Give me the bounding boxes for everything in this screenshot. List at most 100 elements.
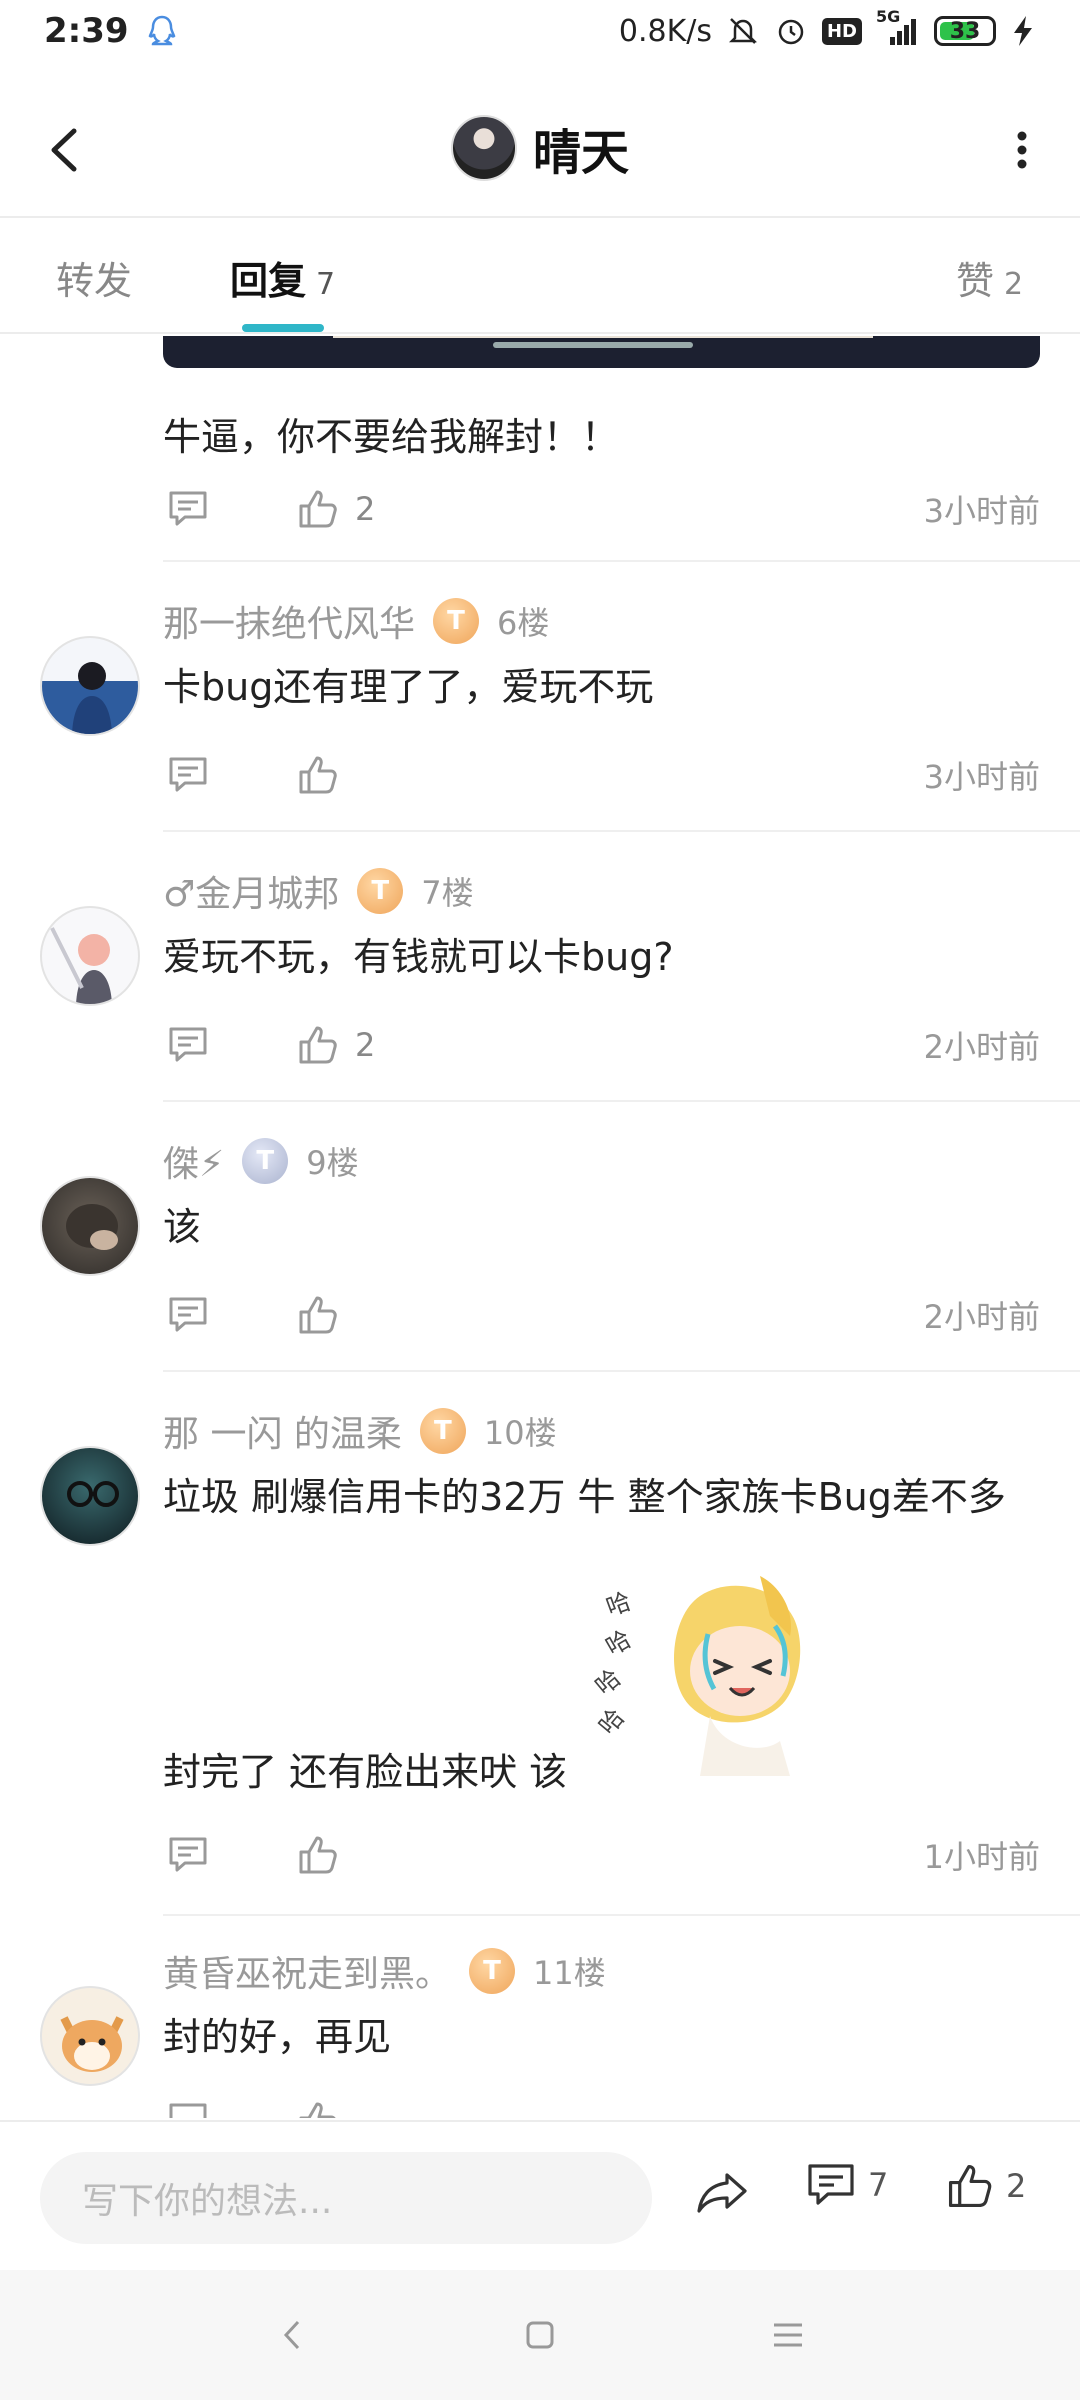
comment-icon <box>169 1297 207 1332</box>
status-bar: 2:39 0.8K/s HD 5G 33 <box>0 0 1080 62</box>
thumbs-up-icon <box>299 756 337 794</box>
hd-icon: HD <box>821 17 862 45</box>
comment-icon <box>169 1027 207 1062</box>
level-badge: T <box>357 868 404 914</box>
thumbs-up-icon <box>299 1026 337 1064</box>
avatar[interactable] <box>40 906 140 1006</box>
avatar[interactable] <box>450 115 517 181</box>
comment-input-placeholder: 写下你的想法... <box>82 2181 333 2222</box>
comment-actions: 1小时前 <box>163 1830 1040 1880</box>
net-speed: 0.8K/s <box>618 13 712 49</box>
username[interactable]: ♂金月城邦 <box>163 865 339 917</box>
page-title: 晴天 <box>532 125 629 181</box>
bottom-action-bar: 写下你的想法... 7 2 <box>0 2120 1080 2268</box>
comment-time: 2小时前 <box>923 1028 1040 1066</box>
reply-list[interactable]: 牛逼，你不要给我解封！！ 2 3小时前 那一抹绝代风华 T 6楼 卡bug还有理… <box>0 336 1080 2118</box>
comment-icon <box>169 491 207 526</box>
more-button[interactable] <box>994 120 1050 180</box>
like-count: 2 <box>355 1026 376 1064</box>
nav-back-button[interactable] <box>262 2305 322 2365</box>
like-button[interactable] <box>297 1294 339 1336</box>
comment-icon <box>808 2164 854 2205</box>
tab-replies[interactable]: 回复 7 <box>230 250 335 305</box>
comment-button[interactable] <box>163 1830 213 1880</box>
like-button[interactable] <box>297 754 339 796</box>
username[interactable]: 那 一闪 的温柔 <box>163 1405 402 1457</box>
avatar[interactable] <box>40 1986 140 2086</box>
sticker-image[interactable]: 哈 哈 哈 哈 <box>590 1556 840 1796</box>
nav-menu-icon <box>774 2323 802 2347</box>
mute-icon <box>726 14 760 48</box>
comment-text: 该 <box>163 1205 202 1249</box>
comments-button[interactable]: 7 <box>806 2162 888 2208</box>
comment-input[interactable]: 写下你的想法... <box>40 2152 652 2244</box>
tab-count: 7 <box>316 267 336 302</box>
svg-text:哈: 哈 <box>602 1587 634 1622</box>
tab-likes[interactable]: 赞 2 <box>956 250 1023 305</box>
username[interactable]: 傑⚡ <box>163 1135 224 1187</box>
tab-label: 转发 <box>56 259 133 303</box>
comment-text: 卡bug还有理了了，爱玩不玩 <box>163 665 654 709</box>
divider <box>163 1100 1080 1102</box>
header-title-group[interactable]: 晴天 <box>450 113 629 183</box>
back-button[interactable] <box>36 120 92 180</box>
comment-actions: 2小时前 <box>163 1290 1040 1340</box>
system-nav-bar <box>0 2270 1080 2400</box>
comment-time: 2小时前 <box>923 1298 1040 1336</box>
username[interactable]: 黄昏巫祝走到黑。 <box>163 1945 451 1997</box>
comment-text: 封完了 还有脸出来吠 该 <box>163 1750 568 1794</box>
comment-time: 3小时前 <box>923 758 1040 796</box>
avatar[interactable] <box>40 1176 140 1276</box>
comment-header: 黄昏巫祝走到黑。 T 11楼 <box>163 1946 606 1996</box>
chevron-left-icon <box>51 128 77 172</box>
active-tab-indicator <box>242 324 324 332</box>
thumbs-up-icon <box>299 490 337 528</box>
avatar[interactable] <box>40 636 140 736</box>
thumbs-up-icon <box>299 1836 337 1874</box>
status-time: 2:39 <box>44 11 129 51</box>
battery-icon: 33 <box>934 16 996 46</box>
floor-number: 9楼 <box>306 1144 359 1182</box>
signal-icon: 5G <box>876 7 920 47</box>
svg-text:哈: 哈 <box>601 1625 636 1661</box>
level-badge: T <box>469 1948 516 1994</box>
like-button[interactable]: 2 <box>297 1024 375 1066</box>
comment-text: 爱玩不玩，有钱就可以卡bug? <box>163 935 674 979</box>
avatar[interactable] <box>40 1446 140 1546</box>
like-button[interactable] <box>297 2100 339 2118</box>
comment-icon <box>169 757 207 792</box>
thumbs-up-icon <box>948 2164 992 2208</box>
comment-actions <box>163 2096 1040 2118</box>
tab-forward[interactable]: 转发 <box>56 250 132 305</box>
nav-menu-button[interactable] <box>758 2305 818 2365</box>
username[interactable]: 那一抹绝代风华 <box>163 595 415 647</box>
comment-button[interactable] <box>163 2096 213 2118</box>
comment-icon <box>169 2103 207 2118</box>
qq-icon <box>147 14 177 48</box>
divider <box>163 830 1080 832</box>
signal-label: 5G <box>876 7 901 26</box>
comment-button[interactable] <box>163 1020 213 1070</box>
comment-icon <box>169 1837 207 1872</box>
tab-bar: 转发 回复 7 赞 2 <box>0 220 1080 334</box>
like-post-button[interactable]: 2 <box>946 2162 1026 2210</box>
comment-button[interactable] <box>163 1290 213 1340</box>
comment-actions: 2 2小时前 <box>163 1020 1040 1070</box>
reply-time: 3小时前 <box>923 492 1040 530</box>
comment-button[interactable] <box>163 750 213 800</box>
battery-level: 33 <box>949 18 981 44</box>
post-image[interactable] <box>163 336 1040 368</box>
nav-back-icon <box>283 2320 300 2350</box>
like-count: 2 <box>355 490 376 528</box>
charging-icon <box>1010 14 1036 48</box>
share-button[interactable] <box>692 2162 752 2222</box>
share-icon <box>697 2173 747 2213</box>
comment-time: 1小时前 <box>923 1838 1040 1876</box>
reply-text: 牛逼，你不要给我解封！！ <box>163 415 620 459</box>
like-count: 2 <box>1006 2167 1027 2205</box>
comment-count: 7 <box>868 2166 889 2204</box>
like-button[interactable]: 2 <box>297 488 375 530</box>
nav-home-button[interactable] <box>510 2305 570 2365</box>
comment-button[interactable] <box>163 484 213 534</box>
like-button[interactable] <box>297 1834 339 1876</box>
